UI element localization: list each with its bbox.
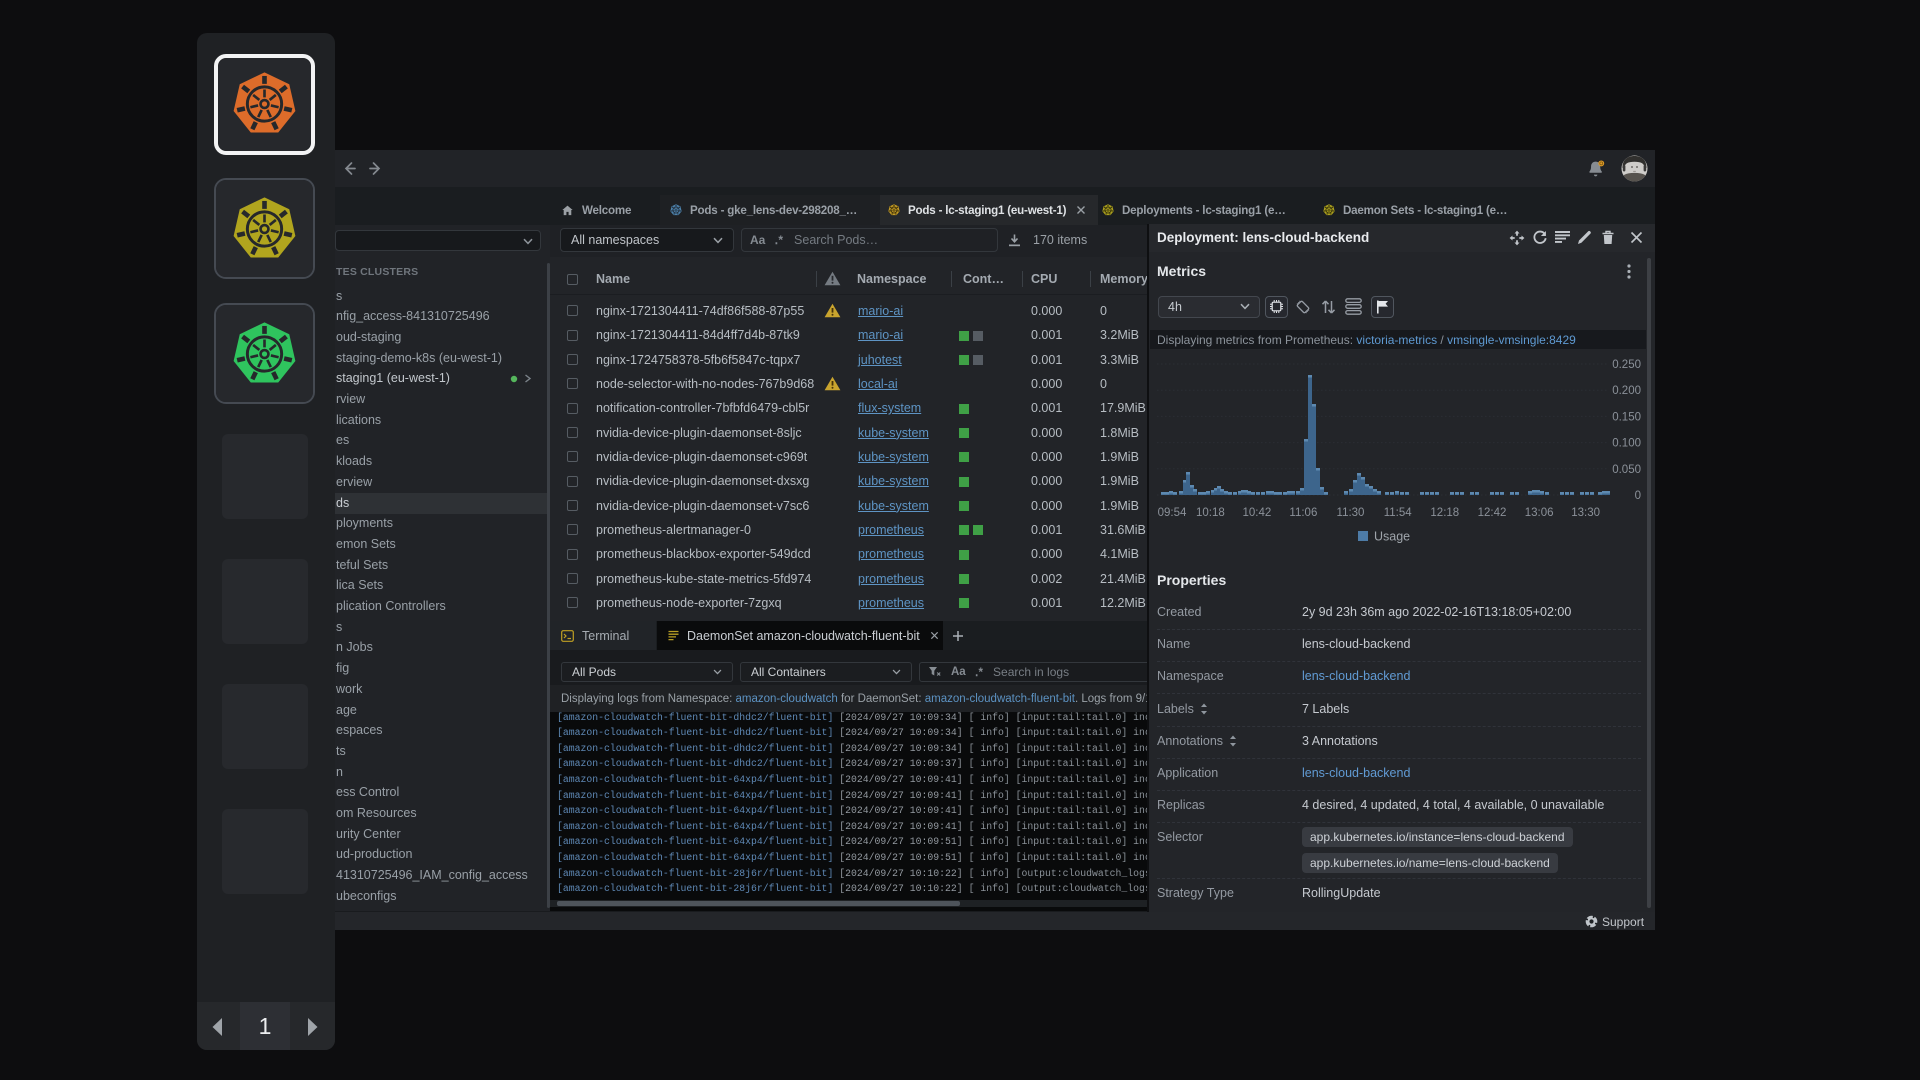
svg-text:11:06: 11:06 (1289, 507, 1317, 519)
svg-text:0.250: 0.250 (1612, 359, 1641, 371)
svg-text:0: 0 (1635, 490, 1641, 502)
svg-text:10:18: 10:18 (1196, 507, 1225, 519)
svg-text:11:54: 11:54 (1384, 507, 1413, 519)
svg-text:12:18: 12:18 (1430, 507, 1459, 519)
svg-text:13:30: 13:30 (1571, 507, 1600, 519)
svg-text:Usage: Usage (1374, 530, 1410, 544)
svg-text:0.100: 0.100 (1612, 438, 1641, 450)
svg-text:0.150: 0.150 (1612, 411, 1641, 423)
svg-text:11:30: 11:30 (1337, 507, 1365, 519)
svg-text:10:42: 10:42 (1243, 507, 1272, 519)
svg-text:09:54: 09:54 (1158, 507, 1187, 519)
svg-text:0.200: 0.200 (1612, 385, 1641, 397)
svg-text:13:06: 13:06 (1525, 507, 1554, 519)
svg-text:0.050: 0.050 (1612, 464, 1641, 476)
svg-text:12:42: 12:42 (1478, 507, 1507, 519)
